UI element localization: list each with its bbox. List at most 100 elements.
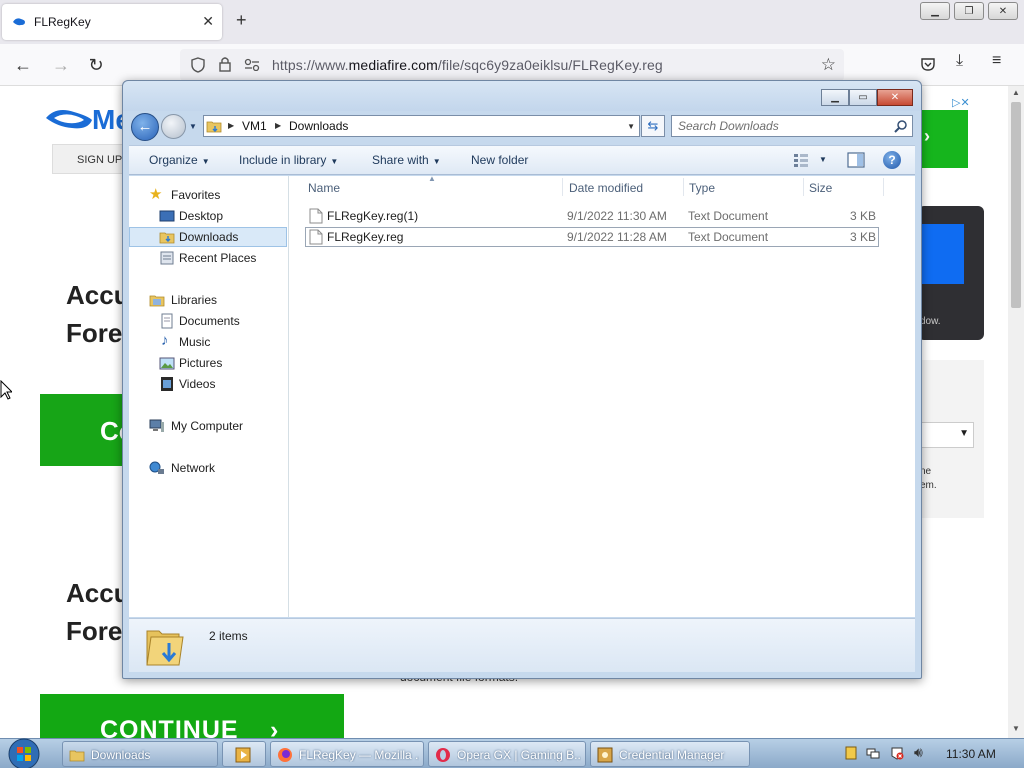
scroll-up-icon[interactable]: ▲ xyxy=(1012,88,1020,97)
search-box[interactable]: Search Downloads xyxy=(671,115,913,137)
taskbar-item-media-player[interactable] xyxy=(222,741,266,767)
maximize-icon[interactable]: ▭ xyxy=(849,89,877,106)
history-dropdown-icon[interactable]: ▼ xyxy=(189,122,197,131)
shield-icon[interactable] xyxy=(190,57,206,73)
explorer-titlebar[interactable]: ▁ ▭ ✕ xyxy=(123,81,921,111)
address-bar[interactable]: ▶ VM1 ▶ Downloads ▼ xyxy=(203,115,640,137)
security-alert-icon[interactable] xyxy=(890,746,904,760)
file-row[interactable]: FLRegKey.reg 9/1/2022 11:28 AM Text Docu… xyxy=(305,227,879,247)
nav-pictures[interactable]: Pictures xyxy=(129,353,287,373)
include-in-library-button[interactable]: Include in library ▼ xyxy=(239,153,338,167)
file-row[interactable]: FLRegKey.reg(1) 9/1/2022 11:30 AM Text D… xyxy=(305,206,879,226)
chevron-down-icon: ▼ xyxy=(201,157,210,166)
column-separator[interactable] xyxy=(683,178,684,196)
back-arrow-icon[interactable]: ← xyxy=(12,54,34,76)
minimize-icon[interactable]: ▁ xyxy=(821,89,849,106)
url-bar[interactable]: https://www.mediafire.com/file/sqc6y9za0… xyxy=(180,49,844,81)
nav-videos[interactable]: Videos xyxy=(129,374,287,394)
preview-pane-icon[interactable] xyxy=(847,152,865,168)
taskbar-item-credential-manager[interactable]: Credential Manager xyxy=(590,741,750,767)
reload-icon[interactable]: ↻ xyxy=(85,54,107,76)
column-header-date-modified[interactable]: Date modified xyxy=(569,181,643,195)
column-header-size[interactable]: Size xyxy=(809,181,832,195)
mediafire-favicon-icon xyxy=(13,18,25,26)
documents-icon xyxy=(161,313,173,329)
network-tray-icon[interactable] xyxy=(866,746,880,760)
nav-network[interactable]: Network xyxy=(129,458,287,478)
ad-close-icon[interactable]: ▷✕ xyxy=(952,96,970,109)
taskbar-item-downloads[interactable]: Downloads xyxy=(62,741,218,767)
system-tray: 🔊︎ 11:30 AM xyxy=(838,739,1024,768)
taskbar-item-firefox[interactable]: FLRegKey — Mozilla ... xyxy=(270,741,424,767)
start-button[interactable] xyxy=(4,737,44,768)
organize-button[interactable]: Organize ▼ xyxy=(149,153,210,167)
close-tab-icon[interactable]: ✕ xyxy=(202,13,214,30)
address-dropdown-icon[interactable]: ▼ xyxy=(627,122,635,131)
search-icon[interactable] xyxy=(894,119,908,133)
firefox-icon xyxy=(278,748,292,762)
ad-button[interactable]: › xyxy=(918,110,968,168)
refresh-icon[interactable]: ⇆ xyxy=(641,115,665,137)
nav-libraries[interactable]: Libraries xyxy=(129,290,287,310)
menu-icon[interactable]: ≡ xyxy=(992,52,1001,70)
new-tab-icon[interactable]: + xyxy=(236,10,247,31)
scroll-down-icon[interactable]: ▼ xyxy=(1012,724,1020,733)
chevron-down-icon: ▼ xyxy=(432,157,441,166)
address-row: ← ▼ ▶ VM1 ▶ Downloads ▼ ⇆ Search Downloa… xyxy=(123,111,921,143)
scroll-thumb[interactable] xyxy=(1011,102,1021,308)
downloads-icon[interactable]: ⤓ xyxy=(956,52,963,70)
nav-favorites[interactable]: ★ Favorites xyxy=(129,185,287,205)
column-separator[interactable] xyxy=(562,178,563,196)
opera-icon xyxy=(436,748,450,762)
continue-button[interactable]: CONTINUE › xyxy=(40,694,344,738)
forward-arrow-icon[interactable]: → xyxy=(50,54,72,76)
page-scrollbar[interactable]: ▲ ▼ xyxy=(1008,86,1024,738)
column-separator[interactable] xyxy=(803,178,804,196)
share-with-button[interactable]: Share with ▼ xyxy=(372,153,441,167)
nav-documents[interactable]: Documents xyxy=(129,311,287,331)
column-header-name[interactable]: Name xyxy=(308,181,340,195)
column-header-type[interactable]: Type xyxy=(689,181,715,195)
permissions-icon[interactable] xyxy=(244,58,260,71)
nav-downloads[interactable]: Downloads xyxy=(129,227,287,247)
computer-icon xyxy=(149,419,164,432)
forward-arrow-icon[interactable] xyxy=(161,114,186,139)
star-icon: ★ xyxy=(149,186,163,203)
close-icon[interactable]: ✕ xyxy=(877,89,913,106)
lock-icon[interactable] xyxy=(218,56,232,73)
breadcrumb-vm1[interactable]: VM1 xyxy=(242,119,267,133)
recent-places-icon xyxy=(160,251,174,265)
nav-desktop[interactable]: Desktop xyxy=(129,206,287,226)
back-arrow-icon[interactable]: ← xyxy=(131,113,159,141)
pocket-icon[interactable] xyxy=(920,56,936,72)
download-button[interactable]: Co xyxy=(40,394,135,466)
restore-icon[interactable]: ❐ xyxy=(954,2,984,20)
nav-recent-places[interactable]: Recent Places xyxy=(129,248,287,268)
libraries-icon xyxy=(149,295,165,307)
clock[interactable]: 11:30 AM xyxy=(946,747,996,761)
breadcrumb-separator-icon[interactable]: ▶ xyxy=(228,121,234,130)
breadcrumb-separator-icon[interactable]: ▶ xyxy=(275,121,281,130)
nav-music[interactable]: ♪ Music xyxy=(129,332,287,352)
side-select[interactable]: ▼ xyxy=(918,422,974,448)
help-icon[interactable]: ? xyxy=(883,151,901,169)
navigation-pane: ★ Favorites Desktop Downloads Recent Pla… xyxy=(129,176,289,617)
breadcrumb-downloads[interactable]: Downloads xyxy=(289,119,348,133)
browser-tab[interactable]: FLRegKey ✕ xyxy=(2,4,222,40)
minimize-icon[interactable]: ▁ xyxy=(920,2,950,20)
nav-my-computer[interactable]: My Computer xyxy=(129,416,287,436)
new-folder-button[interactable]: New folder xyxy=(471,153,528,167)
mouse-cursor-icon xyxy=(0,380,12,400)
close-icon[interactable]: ✕ xyxy=(988,2,1018,20)
view-dropdown-icon[interactable]: ▼ xyxy=(819,155,827,164)
column-separator[interactable] xyxy=(883,178,884,196)
browser-window-controls: ▁ ❐ ✕ xyxy=(920,2,1018,20)
view-options-icon[interactable] xyxy=(793,152,809,168)
taskbar-item-opera[interactable]: Opera GX | Gaming B... xyxy=(428,741,586,767)
ad-image[interactable] xyxy=(918,224,964,284)
volume-icon[interactable]: 🔊︎ xyxy=(914,744,928,760)
bookmark-star-icon[interactable]: ☆ xyxy=(821,55,836,75)
search-input[interactable]: Search Downloads xyxy=(678,119,779,133)
action-center-icon[interactable] xyxy=(844,746,858,760)
music-icon: ♪ xyxy=(161,332,169,349)
